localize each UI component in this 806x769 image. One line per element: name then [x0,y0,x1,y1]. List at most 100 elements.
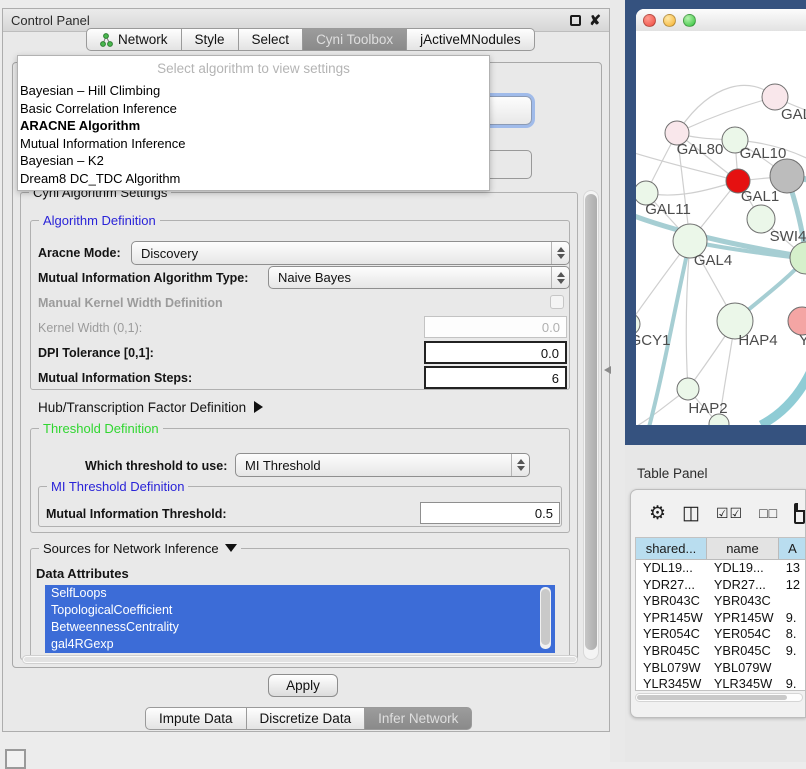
column-header[interactable]: shared... [636,538,707,559]
table-row[interactable]: YDR27...YDR27...12 [636,577,806,594]
table-cell: 12 [779,577,806,594]
gear-icon[interactable]: ⚙ [649,504,666,523]
kernel-width-label: Kernel Width (0,1): [38,321,142,335]
algorithm-dropdown-popup: Select algorithm to view settings Bayesi… [17,55,490,191]
float-panel-icon[interactable] [570,15,581,26]
node-label: HAP2 [688,400,727,417]
table-horizontal-scrollbar[interactable] [635,693,803,702]
table-row[interactable]: YDL19...YDL19...13 [636,560,806,577]
minimized-panel-icon[interactable] [5,749,26,769]
table-cell: YLR345W [707,676,779,691]
stepper-icon[interactable] [551,242,569,264]
table-row[interactable]: YLR345WYLR345W9. [636,676,806,691]
attribute-item[interactable]: TopologicalCoefficient [45,602,555,619]
network-edge [646,181,738,195]
table-row[interactable]: YPR145WYPR145W9. [636,610,806,627]
dpi-tolerance-label: DPI Tolerance [0,1]: [38,346,154,360]
panel-divider[interactable] [610,0,625,762]
stepper-icon[interactable] [511,454,529,476]
mi-threshold-field[interactable]: 0.5 [420,502,560,524]
checked-boxes-icon[interactable]: ☑☑ [716,504,743,523]
data-attributes-label: Data Attributes [36,566,129,581]
tab-style[interactable]: Style [182,28,239,51]
table-row[interactable]: YBL079WYBL079W [636,660,806,677]
document-icon[interactable] [794,503,805,524]
tab-network[interactable]: Network [86,28,182,51]
tab-jactivemnodules[interactable]: jActiveMNodules [407,28,535,51]
data-attributes-list[interactable]: SelfLoopsTopologicalCoefficientBetweenne… [45,585,555,653]
apply-button[interactable]: Apply [268,674,338,697]
attribute-item[interactable]: gal4RGexp [45,636,555,653]
sources-list-scrollbar[interactable] [540,587,551,649]
dpi-tolerance-field[interactable]: 0.0 [424,341,567,364]
aracne-mode-value: Discovery [141,246,551,261]
close-window-icon[interactable] [643,14,656,27]
node-label: GAL1 [741,188,779,205]
settings-vertical-scrollbar[interactable] [583,190,599,660]
dropdown-item[interactable]: Bayesian – Hill Climbing [18,82,489,100]
node-label: GAL80 [677,141,724,158]
attribute-item[interactable]: BetweennessCentrality [45,619,555,636]
table-row[interactable]: YBR043CYBR043C [636,593,806,610]
node-label: Y [799,332,806,349]
dropdown-item[interactable]: Bayesian – K2 [18,152,489,170]
mi-threshold-label: Mutual Information Threshold: [46,507,227,521]
table-row[interactable]: YER054CYER054C8. [636,626,806,643]
node-label: GAL10 [740,145,787,162]
node-label: SWI4 [770,228,806,245]
manual-kernel-checkbox[interactable] [550,295,564,309]
network-node[interactable] [677,378,699,400]
mi-type-label: Mutual Information Algorithm Type: [38,271,248,285]
stepper-icon[interactable] [551,267,569,288]
which-threshold-label: Which threshold to use: [85,459,227,473]
tab-label: Style [195,32,225,47]
network-node[interactable] [788,307,806,335]
hub-definition-label: Hub/Transcription Factor Definition [38,400,246,415]
mi-steps-label: Mutual Information Steps: [38,371,192,385]
mi-algorithm-type-combobox[interactable]: Naive Bayes [268,266,570,289]
attribute-item[interactable]: SelfLoops [45,585,555,602]
table-cell: YBR045C [707,643,779,660]
tab-impute-data[interactable]: Impute Data [145,707,247,730]
node-label: GAL4 [694,252,732,269]
expanded-arrow-icon[interactable] [225,544,237,552]
network-window-titlebar [636,9,806,31]
mi-steps-field[interactable]: 6 [424,366,567,389]
close-panel-icon[interactable]: ✘ [589,15,601,26]
control-panel-title: Control Panel [11,13,90,28]
hub-definition-toggle[interactable]: Hub/Transcription Factor Definition [38,400,263,415]
split-columns-icon[interactable]: ◫ [682,504,700,523]
node-label: GAL [781,106,806,123]
tab-cyni-toolbox[interactable]: Cyni Toolbox [303,28,407,51]
column-header[interactable]: name [707,538,779,559]
table-cell: 13 [779,560,806,577]
table-cell: YBR043C [636,593,707,610]
dropdown-item[interactable]: Dream8 DC_TDC Algorithm [18,170,489,188]
table-panel-title: Table Panel [637,466,708,481]
tab-select[interactable]: Select [239,28,304,51]
tab-infer-network[interactable]: Infer Network [365,707,472,730]
kernel-width-field[interactable]: 0.0 [424,316,567,338]
minimize-window-icon[interactable] [663,14,676,27]
column-header[interactable]: A [779,538,806,559]
which-threshold-value: MI Threshold [245,458,511,473]
settings-horizontal-scrollbar[interactable] [22,655,578,664]
tab-discretize-data[interactable]: Discretize Data [247,707,366,730]
which-threshold-combobox[interactable]: MI Threshold [235,453,530,477]
tab-label: Network [118,32,168,47]
network-canvas[interactable]: GALGAL80GAL10GAL1GAL11SWI4GAL4GCY1HAP4YH… [636,31,806,425]
tab-label: Cyni Toolbox [316,32,393,47]
divider-collapse-arrow-icon[interactable] [604,366,611,374]
dropdown-item[interactable]: ARACNE Algorithm [18,117,489,135]
table-cell: 9. [779,643,806,660]
aracne-mode-combobox[interactable]: Discovery [131,241,570,265]
dropdown-item[interactable]: Basic Correlation Inference [18,100,489,118]
network-edge [761,373,806,425]
zoom-window-icon[interactable] [683,14,696,27]
aracne-mode-label: Aracne Mode: [38,246,121,260]
threshold-definition-title: Threshold Definition [39,421,163,436]
table-row[interactable]: YBR045CYBR045C9. [636,643,806,660]
collapsed-arrow-icon[interactable] [254,401,263,413]
unchecked-boxes-icon[interactable]: □□ [759,504,778,523]
dropdown-item[interactable]: Mutual Information Inference [18,135,489,153]
